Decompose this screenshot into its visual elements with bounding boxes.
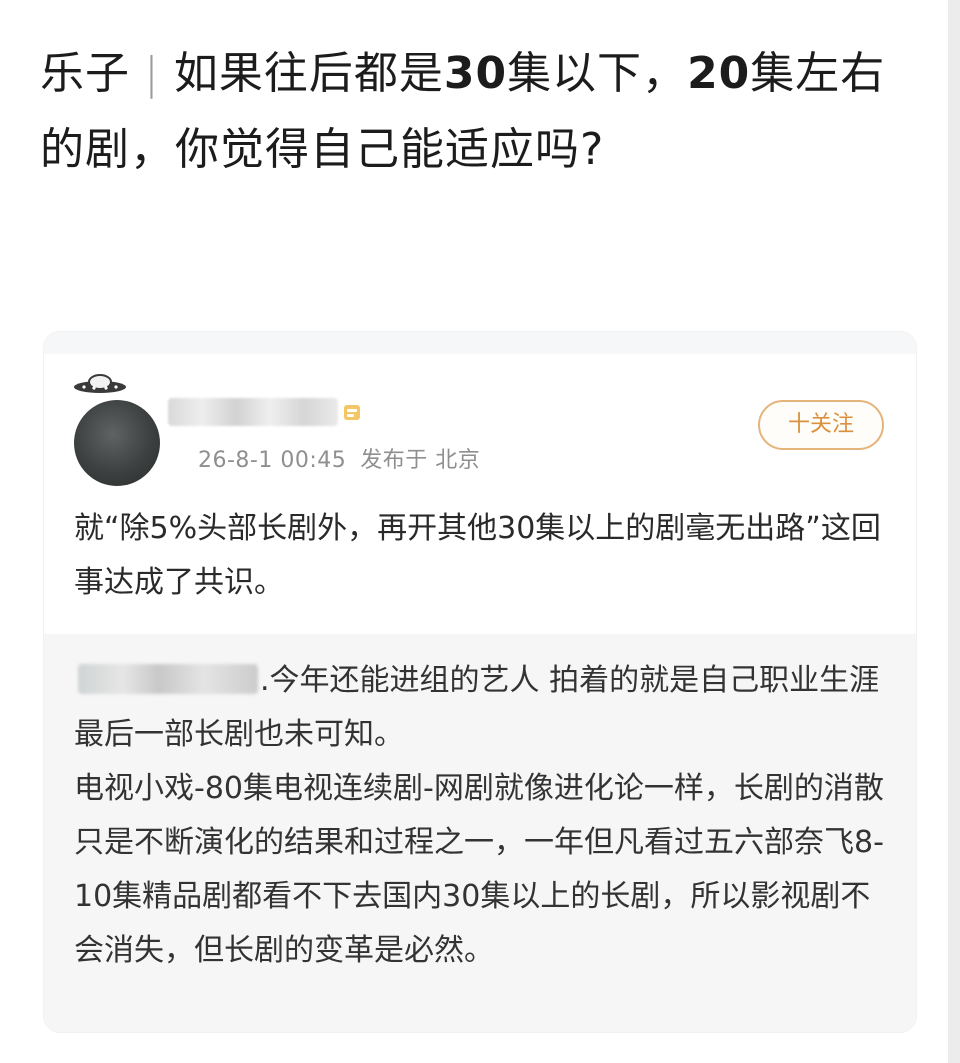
quoted-post[interactable]: .今年还能进组的艺人 拍着的就是自己职业生涯最后一部长剧也未可知。 电视小戏-8… — [44, 634, 916, 1032]
post-card: 26-8-1 00:45 发布于 北京 十关注 就“除5%头部长剧外，再开其他30… — [44, 332, 916, 1032]
avatar-container[interactable] — [70, 372, 164, 486]
post-timestamp: 26-8-1 00:45 — [198, 448, 347, 473]
quoted-text: .今年还能进组的艺人 拍着的就是自己职业生涯最后一部长剧也未可知。 电视小戏-8… — [74, 654, 894, 978]
title-separator: | — [144, 48, 160, 99]
quoted-line-2: 电视小戏-80集电视连续剧-网剧就像进化论一样，长剧的消散只是不断演化的结果和过… — [74, 771, 884, 968]
avatar[interactable] — [74, 400, 160, 486]
post-meta: 26-8-1 00:45 发布于 北京 — [198, 442, 480, 474]
quoted-line-1: .今年还能进组的艺人 拍着的就是自己职业生涯最后一部长剧也未可知。 — [74, 663, 880, 752]
title-number-2: 20 — [687, 48, 751, 99]
title-part-1: 如果往后都是 — [173, 48, 444, 99]
badge-icon — [344, 405, 360, 420]
page-title: 乐子 | 如果往后都是30集以下，20集左右的剧，你觉得自己能适应吗? — [40, 36, 920, 188]
follow-button[interactable]: 十关注 — [758, 400, 884, 450]
post-location: 发布于 北京 — [360, 448, 481, 473]
username-blurred[interactable] — [168, 398, 338, 426]
scrollbar-edge — [948, 0, 960, 1063]
title-number-1: 30 — [443, 48, 508, 99]
title-prefix: 乐子 — [40, 48, 130, 99]
ufo-icon — [74, 374, 126, 393]
card-top-strip — [44, 332, 916, 354]
title-part-2: 集以下， — [507, 48, 688, 99]
post-body-text: 就“除5%头部长剧外，再开其他30集以上的剧毫无出路”这回事达成了共识。 — [74, 511, 881, 600]
